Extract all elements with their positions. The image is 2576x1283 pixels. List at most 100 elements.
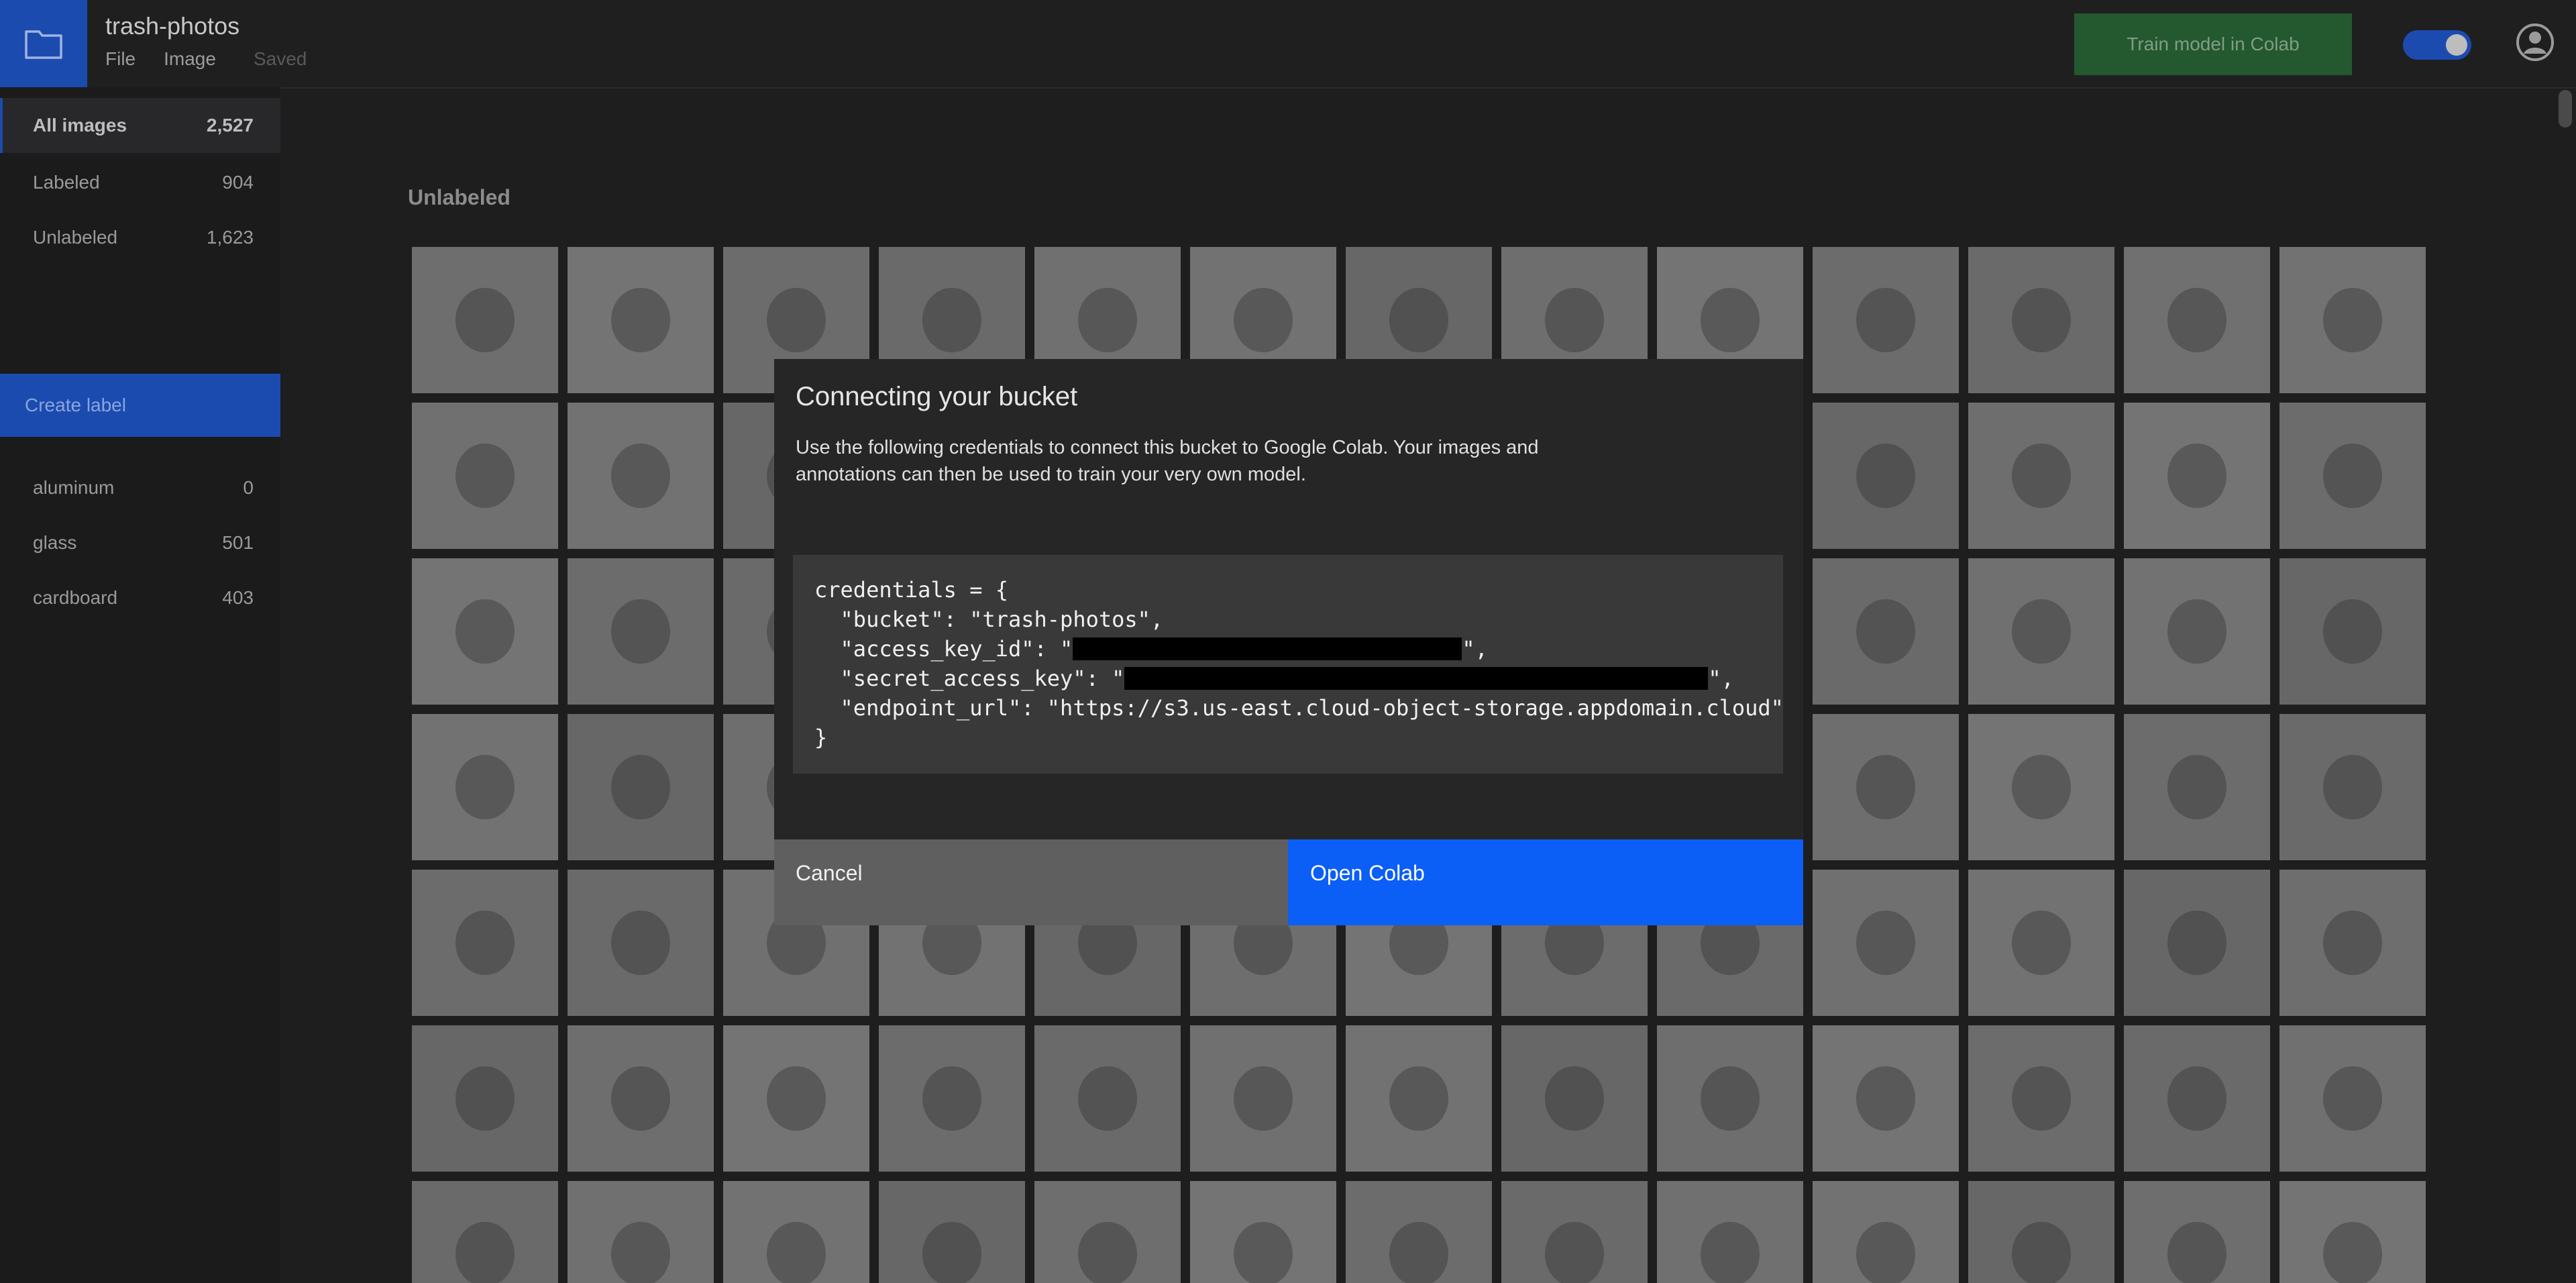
image-thumbnail[interactable] <box>2279 1181 2426 1283</box>
section-title: Unlabeled <box>408 185 511 209</box>
image-thumbnail[interactable] <box>2279 714 2426 860</box>
user-avatar-icon[interactable] <box>2516 23 2555 62</box>
code-line: "secret_access_key": " <box>814 666 1125 691</box>
image-thumbnail[interactable] <box>2279 247 2426 393</box>
image-thumbnail[interactable] <box>723 1181 869 1283</box>
image-thumbnail[interactable] <box>568 714 714 860</box>
menu-bar: File Image Saved <box>105 48 307 70</box>
image-thumbnail[interactable] <box>2124 558 2270 705</box>
image-thumbnail[interactable] <box>2124 714 2270 860</box>
code-line: "access_key_id": " <box>814 636 1073 662</box>
image-thumbnail[interactable] <box>412 1181 558 1283</box>
image-thumbnail[interactable] <box>2124 1025 2270 1172</box>
image-thumbnail[interactable] <box>1657 1181 1803 1283</box>
image-thumbnail[interactable] <box>1968 1025 2114 1172</box>
sidebar: All images 2,527 Labeled 904 Unlabeled 1… <box>0 87 280 1283</box>
image-thumbnail[interactable] <box>1968 714 2114 860</box>
menu-file[interactable]: File <box>105 48 136 70</box>
create-label-button[interactable]: Create label <box>0 374 280 437</box>
code-text: credentials = { "bucket": "trash-photos"… <box>814 575 1784 752</box>
image-thumbnail[interactable] <box>412 714 558 860</box>
code-line: credentials = { <box>814 577 1008 603</box>
folder-icon[interactable] <box>0 0 87 87</box>
connect-bucket-dialog: Connecting your bucket Use the following… <box>774 359 1803 925</box>
code-line: ", <box>1462 636 1488 662</box>
open-colab-button[interactable]: Open Colab <box>1288 839 1803 925</box>
cancel-button[interactable]: Cancel <box>774 839 1288 925</box>
image-thumbnail[interactable] <box>568 870 714 1016</box>
redacted-secret-key <box>1124 667 1709 690</box>
image-thumbnail[interactable] <box>1190 1181 1336 1283</box>
image-thumbnail[interactable] <box>1346 1181 1492 1283</box>
image-thumbnail[interactable] <box>2279 403 2426 549</box>
image-thumbnail[interactable] <box>2279 558 2426 705</box>
image-thumbnail[interactable] <box>2279 1025 2426 1172</box>
image-thumbnail[interactable] <box>568 403 714 549</box>
dialog-description: Use the following credentials to connect… <box>796 437 1539 485</box>
image-thumbnail[interactable] <box>1968 247 2114 393</box>
image-thumbnail[interactable] <box>1968 403 2114 549</box>
sidebar-item-label: aluminum <box>33 477 115 498</box>
image-thumbnail[interactable] <box>1034 1181 1181 1283</box>
image-thumbnail[interactable] <box>2124 247 2270 393</box>
sidebar-item-label: Labeled <box>33 172 100 193</box>
code-line: ", <box>1708 666 1734 691</box>
image-thumbnail[interactable] <box>568 1181 714 1283</box>
image-thumbnail[interactable] <box>2124 1181 2270 1283</box>
code-line: "endpoint_url": "https://s3.us-east.clou… <box>814 695 1784 721</box>
image-thumbnail[interactable] <box>2279 870 2426 1016</box>
sidebar-item-labeled[interactable]: Labeled 904 <box>0 155 280 210</box>
image-thumbnail[interactable] <box>2124 870 2270 1016</box>
image-thumbnail[interactable] <box>1657 1025 1803 1172</box>
image-thumbnail[interactable] <box>1968 1181 2114 1283</box>
image-thumbnail[interactable] <box>412 247 558 393</box>
sidebar-item-all-images[interactable]: All images 2,527 <box>0 98 280 153</box>
image-thumbnail[interactable] <box>412 403 558 549</box>
dialog-title: Connecting your bucket <box>796 382 1078 411</box>
credentials-code-block[interactable]: credentials = { "bucket": "trash-photos"… <box>793 555 1784 774</box>
image-thumbnail[interactable] <box>412 870 558 1016</box>
toggle-switch[interactable] <box>2403 30 2471 60</box>
code-line: "bucket": "trash-photos", <box>814 607 1164 632</box>
image-thumbnail[interactable] <box>1813 558 1959 705</box>
image-thumbnail[interactable] <box>2124 403 2270 549</box>
image-thumbnail[interactable] <box>568 558 714 705</box>
sidebar-item-count: 1,623 <box>206 227 254 248</box>
image-thumbnail[interactable] <box>568 1025 714 1172</box>
sidebar-item-count: 403 <box>222 587 254 608</box>
scrollbar[interactable] <box>2559 90 2572 127</box>
image-thumbnail[interactable] <box>412 1025 558 1172</box>
image-thumbnail[interactable] <box>1501 1025 1648 1172</box>
image-thumbnail[interactable] <box>1813 714 1959 860</box>
image-thumbnail[interactable] <box>1813 247 1959 393</box>
sidebar-item-cardboard[interactable]: cardboard 403 <box>0 570 280 625</box>
image-thumbnail[interactable] <box>412 558 558 705</box>
sidebar-item-aluminum[interactable]: aluminum 0 <box>0 460 280 515</box>
image-thumbnail[interactable] <box>1501 1181 1648 1283</box>
image-thumbnail[interactable] <box>1968 870 2114 1016</box>
code-line: } <box>814 725 828 750</box>
image-thumbnail[interactable] <box>1813 1181 1959 1283</box>
project-title: trash-photos <box>105 12 240 40</box>
image-thumbnail[interactable] <box>1813 1025 1959 1172</box>
sidebar-item-label: Unlabeled <box>33 227 118 248</box>
redacted-access-key <box>1073 637 1462 660</box>
image-thumbnail[interactable] <box>1813 870 1959 1016</box>
sidebar-item-glass[interactable]: glass 501 <box>0 515 280 570</box>
sidebar-item-unlabeled[interactable]: Unlabeled 1,623 <box>0 210 280 265</box>
image-thumbnail[interactable] <box>568 247 714 393</box>
image-thumbnail[interactable] <box>1813 403 1959 549</box>
image-thumbnail[interactable] <box>879 1181 1025 1283</box>
sidebar-item-count: 904 <box>222 172 254 193</box>
image-thumbnail[interactable] <box>1346 1025 1492 1172</box>
train-model-button[interactable]: Train model in Colab <box>2074 13 2352 75</box>
sidebar-item-count: 2,527 <box>206 115 254 136</box>
image-thumbnail[interactable] <box>879 1025 1025 1172</box>
image-thumbnail[interactable] <box>723 1025 869 1172</box>
image-thumbnail[interactable] <box>1968 558 2114 705</box>
image-thumbnail[interactable] <box>1034 1025 1181 1172</box>
save-status: Saved <box>253 48 307 69</box>
image-thumbnail[interactable] <box>1190 1025 1336 1172</box>
menu-image[interactable]: Image <box>164 48 216 70</box>
sidebar-item-count: 501 <box>222 532 254 553</box>
